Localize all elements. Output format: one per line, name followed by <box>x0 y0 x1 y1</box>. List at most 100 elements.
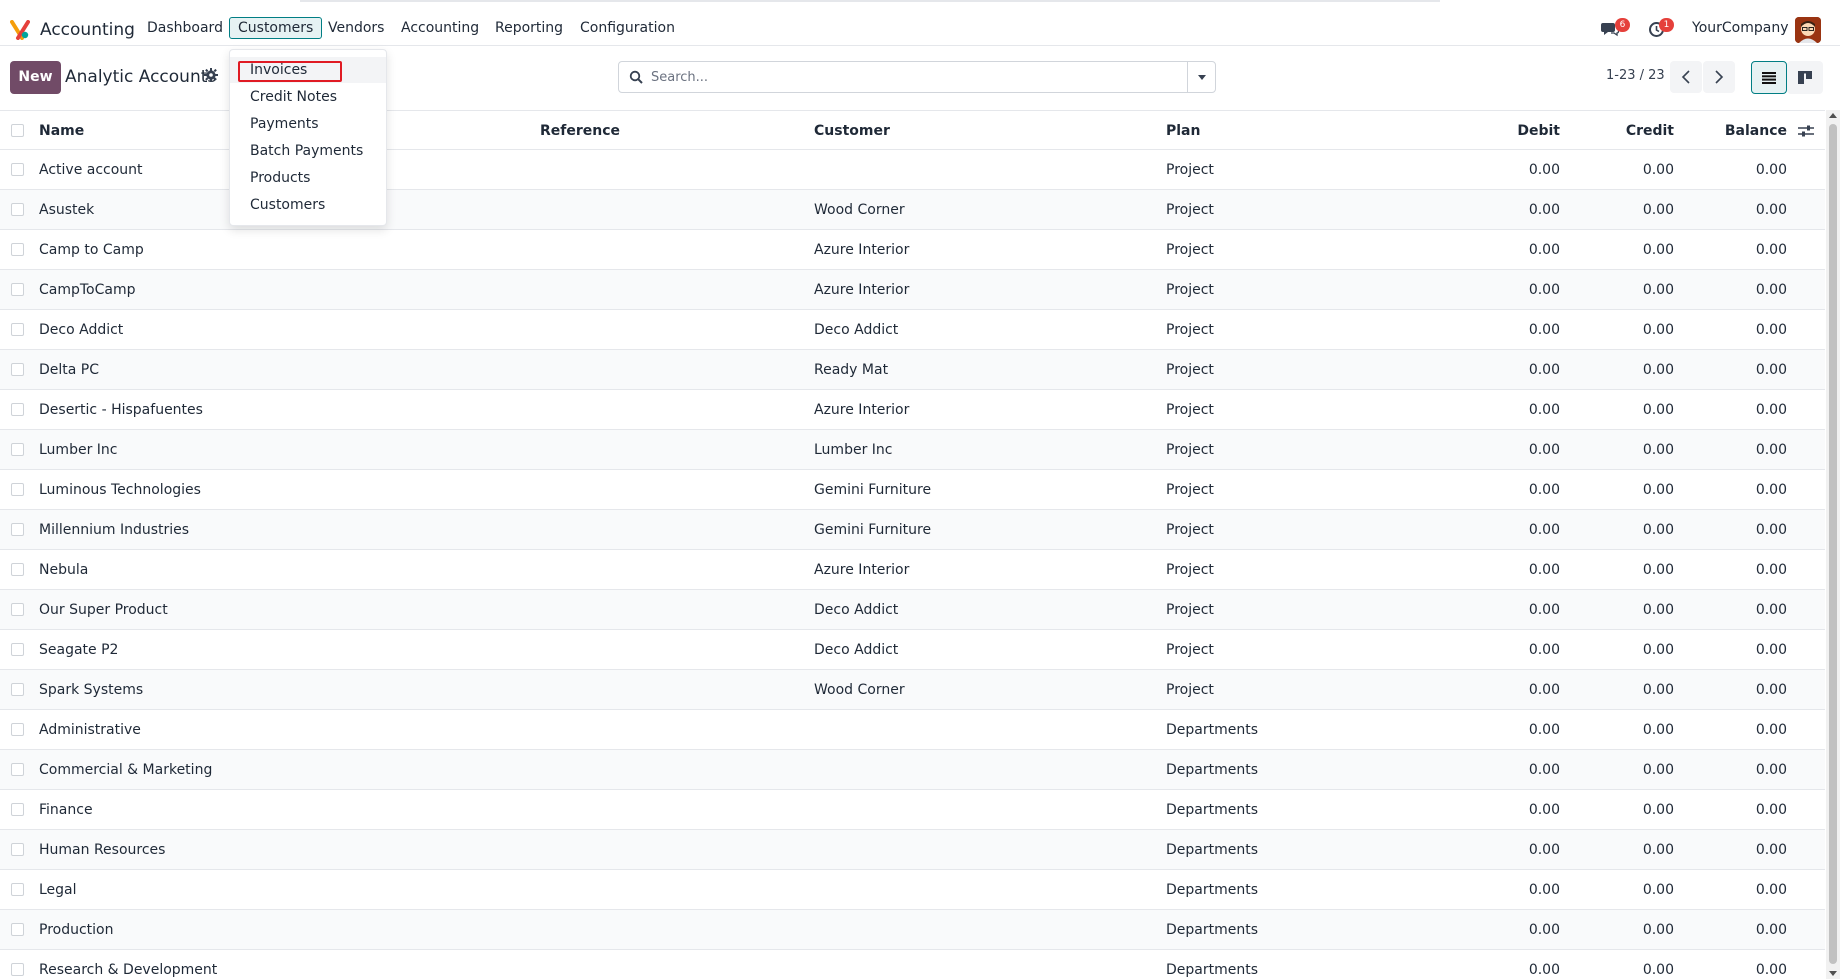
table-row[interactable]: Lumber Inc Lumber Inc Project 0.00 0.00 0.00 <box>0 430 1825 470</box>
table-row[interactable]: CampToCamp Azure Interior Project 0.00 0.00 0… <box>0 270 1825 310</box>
table-row[interactable]: Legal Departments 0.00 0.00 0.00 <box>0 870 1825 910</box>
menu-accounting[interactable]: Accounting <box>401 20 479 36</box>
dropdown-item-payments[interactable]: Payments <box>230 111 386 137</box>
dropdown-item-credit-notes[interactable]: Credit Notes <box>230 84 386 110</box>
table-row[interactable]: Desertic - Hispafuentes Azure Interior Pro… <box>0 390 1825 430</box>
user-avatar[interactable] <box>1795 17 1821 43</box>
cell-balance: 0.00 <box>1755 562 1787 578</box>
row-checkbox[interactable] <box>11 523 24 536</box>
table-row[interactable]: Spark Systems Wood Corner Project 0.00 0.00 0… <box>0 670 1825 710</box>
cell-plan: Project <box>1166 562 1214 578</box>
table-row[interactable]: Camp to Camp Azure Interior Project 0.00 0.0… <box>0 230 1825 270</box>
kanban-view-button[interactable] <box>1787 61 1823 94</box>
table-row[interactable]: Research & Development Departments 0.00 0.0… <box>0 950 1825 979</box>
cell-plan: Project <box>1166 162 1214 178</box>
cell-balance: 0.00 <box>1755 242 1787 258</box>
table-row[interactable]: Commercial & Marketing Departments 0.00 0.0… <box>0 750 1825 790</box>
row-checkbox[interactable] <box>11 363 24 376</box>
column-debit[interactable]: Debit <box>1480 123 1560 139</box>
row-checkbox[interactable] <box>11 803 24 816</box>
row-checkbox[interactable] <box>11 483 24 496</box>
table-row[interactable]: Luminous Technologies Gemini Furniture Pro… <box>0 470 1825 510</box>
row-checkbox[interactable] <box>11 403 24 416</box>
row-checkbox[interactable] <box>11 243 24 256</box>
row-checkbox[interactable] <box>11 683 24 696</box>
table-row[interactable]: Deco Addict Deco Addict Project 0.00 0.00 0.0… <box>0 310 1825 350</box>
dropdown-item-customers[interactable]: Customers <box>230 192 386 218</box>
column-credit[interactable]: Credit <box>1594 123 1674 139</box>
column-reference[interactable]: Reference <box>540 123 620 139</box>
cell-plan: Project <box>1166 242 1214 258</box>
cell-credit: 0.00 <box>1642 402 1674 418</box>
column-plan[interactable]: Plan <box>1166 123 1200 139</box>
top-navbar: Accounting Dashboard Customers Vendors A… <box>0 0 1840 46</box>
select-all-checkbox[interactable] <box>11 124 24 137</box>
table-row[interactable]: Delta PC Ready Mat Project 0.00 0.00 0.00 <box>0 350 1825 390</box>
row-checkbox[interactable] <box>11 883 24 896</box>
menu-reporting[interactable]: Reporting <box>495 20 563 36</box>
column-customer[interactable]: Customer <box>814 123 890 139</box>
search-input[interactable] <box>651 66 1171 88</box>
cell-name: CampToCamp <box>39 282 136 298</box>
table-row[interactable]: Finance Departments 0.00 0.00 0.00 <box>0 790 1825 830</box>
vertical-scrollbar[interactable] <box>1826 110 1840 979</box>
row-checkbox[interactable] <box>11 763 24 776</box>
cell-balance: 0.00 <box>1755 802 1787 818</box>
top-strip <box>300 0 1440 2</box>
cell-balance: 0.00 <box>1755 882 1787 898</box>
menu-vendors[interactable]: Vendors <box>328 20 384 36</box>
table-row[interactable]: Administrative Departments 0.00 0.00 0.00 <box>0 710 1825 750</box>
cell-debit: 0.00 <box>1528 242 1560 258</box>
dropdown-item-products[interactable]: Products <box>230 165 386 191</box>
cell-balance: 0.00 <box>1755 282 1787 298</box>
row-checkbox[interactable] <box>11 843 24 856</box>
row-checkbox[interactable] <box>11 203 24 216</box>
table-row[interactable]: Production Departments 0.00 0.00 0.00 <box>0 910 1825 950</box>
row-checkbox[interactable] <box>11 723 24 736</box>
search-icon <box>629 70 643 84</box>
column-balance[interactable]: Balance <box>1707 123 1787 139</box>
cell-balance: 0.00 <box>1755 762 1787 778</box>
company-switcher[interactable]: YourCompany <box>1692 20 1789 36</box>
row-checkbox[interactable] <box>11 563 24 576</box>
column-name[interactable]: Name <box>39 123 84 139</box>
chevron-right-icon <box>1715 70 1724 84</box>
gear-icon[interactable] <box>204 68 218 82</box>
row-checkbox[interactable] <box>11 643 24 656</box>
row-checkbox[interactable] <box>11 163 24 176</box>
dropdown-item-batch-payments[interactable]: Batch Payments <box>230 138 386 164</box>
list-view-button[interactable] <box>1751 61 1787 94</box>
scroll-down-icon[interactable] <box>1829 971 1837 976</box>
table-row[interactable]: Human Resources Departments 0.00 0.00 0.00 <box>0 830 1825 870</box>
cell-name: Human Resources <box>39 842 166 858</box>
new-button[interactable]: New <box>10 61 61 94</box>
cell-customer: Ready Mat <box>814 362 889 378</box>
scrollbar-thumb[interactable] <box>1829 124 1837 964</box>
list-icon <box>1762 72 1776 84</box>
scroll-up-icon[interactable] <box>1829 113 1837 118</box>
column-settings-icon[interactable] <box>1798 124 1814 138</box>
table-row[interactable]: Millennium Industries Gemini Furniture Pro… <box>0 510 1825 550</box>
row-checkbox[interactable] <box>11 323 24 336</box>
accounting-app-icon[interactable] <box>10 20 30 40</box>
pager-previous-button[interactable] <box>1670 61 1702 93</box>
menu-dashboard[interactable]: Dashboard <box>147 20 223 36</box>
table-row[interactable]: Seagate P2 Deco Addict Project 0.00 0.00 0.00 <box>0 630 1825 670</box>
pager-next-button[interactable] <box>1703 61 1735 93</box>
row-checkbox[interactable] <box>11 963 24 976</box>
table-row[interactable]: Nebula Azure Interior Project 0.00 0.00 0.00 <box>0 550 1825 590</box>
cell-credit: 0.00 <box>1642 322 1674 338</box>
menu-customers[interactable]: Customers <box>229 17 323 39</box>
row-checkbox[interactable] <box>11 603 24 616</box>
row-checkbox[interactable] <box>11 283 24 296</box>
row-checkbox[interactable] <box>11 443 24 456</box>
pager-value[interactable]: 1-23 / 23 <box>1606 68 1665 83</box>
row-checkbox[interactable] <box>11 923 24 936</box>
table-row[interactable]: Our Super Product Deco Addict Project 0.00 0… <box>0 590 1825 630</box>
cell-credit: 0.00 <box>1642 242 1674 258</box>
cell-debit: 0.00 <box>1528 362 1560 378</box>
app-name[interactable]: Accounting <box>40 20 135 40</box>
search-options-toggle[interactable] <box>1187 62 1215 92</box>
cell-name: Production <box>39 922 114 938</box>
menu-configuration[interactable]: Configuration <box>580 20 675 36</box>
